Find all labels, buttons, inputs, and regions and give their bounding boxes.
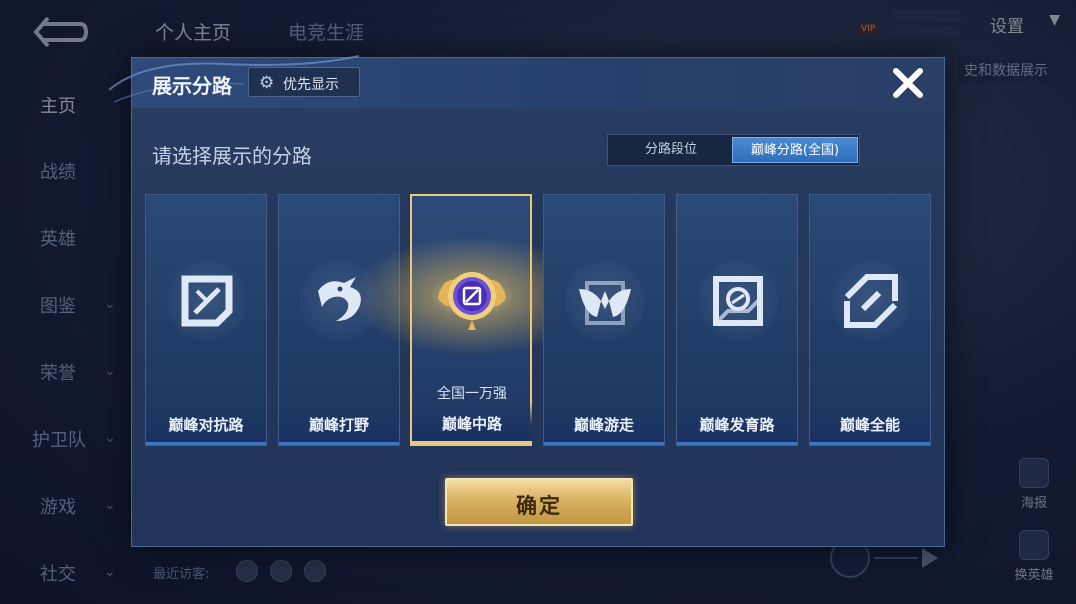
dialog-header: 展示分路 ⚙ 优先显示 bbox=[108, 55, 944, 108]
lane-icon-holder bbox=[831, 261, 911, 341]
dialog-title: 展示分路 bbox=[152, 74, 232, 98]
dialog-subtitle: 请选择展示的分路 bbox=[152, 144, 312, 168]
lane-display-dialog: 展示分路 ⚙ 优先显示 请选择展示的分路 分路段位 巅峰分路(全国) 巅峰对抗路… bbox=[108, 55, 945, 547]
lane-card-label: 巅峰全能 bbox=[839, 416, 900, 434]
close-button[interactable] bbox=[888, 62, 928, 102]
marksman-icon bbox=[713, 276, 763, 326]
confirm-label: 确定 bbox=[516, 494, 562, 518]
lane-card-all-round[interactable]: 巅峰全能 bbox=[809, 194, 931, 446]
lane-card-jungle[interactable]: 巅峰打野 bbox=[278, 194, 400, 446]
lane-type-toggle: 分路段位 巅峰分路(全国) bbox=[607, 134, 860, 166]
tab-peak-lane-national[interactable]: 巅峰分路(全国) bbox=[732, 137, 858, 163]
gear-icon: ⚙ bbox=[259, 73, 275, 93]
lane-icon-holder bbox=[300, 261, 380, 341]
tab-lane-rank[interactable]: 分路段位 bbox=[612, 137, 730, 163]
lane-card-label: 巅峰打野 bbox=[308, 416, 369, 434]
lane-icon-holder bbox=[167, 261, 247, 341]
lane-card-label: 巅峰发育路 bbox=[699, 416, 775, 434]
priority-display-label: 优先显示 bbox=[283, 77, 339, 93]
all-round-icon bbox=[844, 274, 898, 328]
priority-display-button[interactable]: ⚙ 优先显示 bbox=[248, 67, 360, 97]
dragon-icon bbox=[318, 277, 361, 321]
lane-card-list: 巅峰对抗路 巅峰打野 全国一万强 巅峰中路 巅峰游走 巅峰发育路 巅峰全能 bbox=[145, 194, 935, 446]
confirm-button[interactable]: 确定 bbox=[445, 478, 633, 526]
sword-icon bbox=[181, 275, 233, 327]
mid-lane-badge-icon bbox=[438, 272, 506, 330]
lane-icon-holder bbox=[565, 261, 645, 341]
rank-text: 全国一万强 bbox=[437, 386, 507, 402]
lane-card-top[interactable]: 巅峰对抗路 bbox=[145, 194, 267, 446]
lane-card-label: 巅峰对抗路 bbox=[168, 416, 244, 434]
close-icon bbox=[893, 68, 923, 98]
lane-card-label: 巅峰游走 bbox=[573, 416, 634, 434]
lane-card-mid[interactable]: 全国一万强 巅峰中路 bbox=[352, 194, 592, 446]
lane-card-bottom[interactable]: 巅峰发育路 bbox=[676, 194, 798, 446]
lane-card-label: 巅峰中路 bbox=[441, 415, 502, 433]
lane-icon-holder bbox=[698, 261, 778, 341]
wings-icon bbox=[579, 281, 631, 325]
lane-card-roam[interactable]: 巅峰游走 bbox=[543, 194, 665, 446]
